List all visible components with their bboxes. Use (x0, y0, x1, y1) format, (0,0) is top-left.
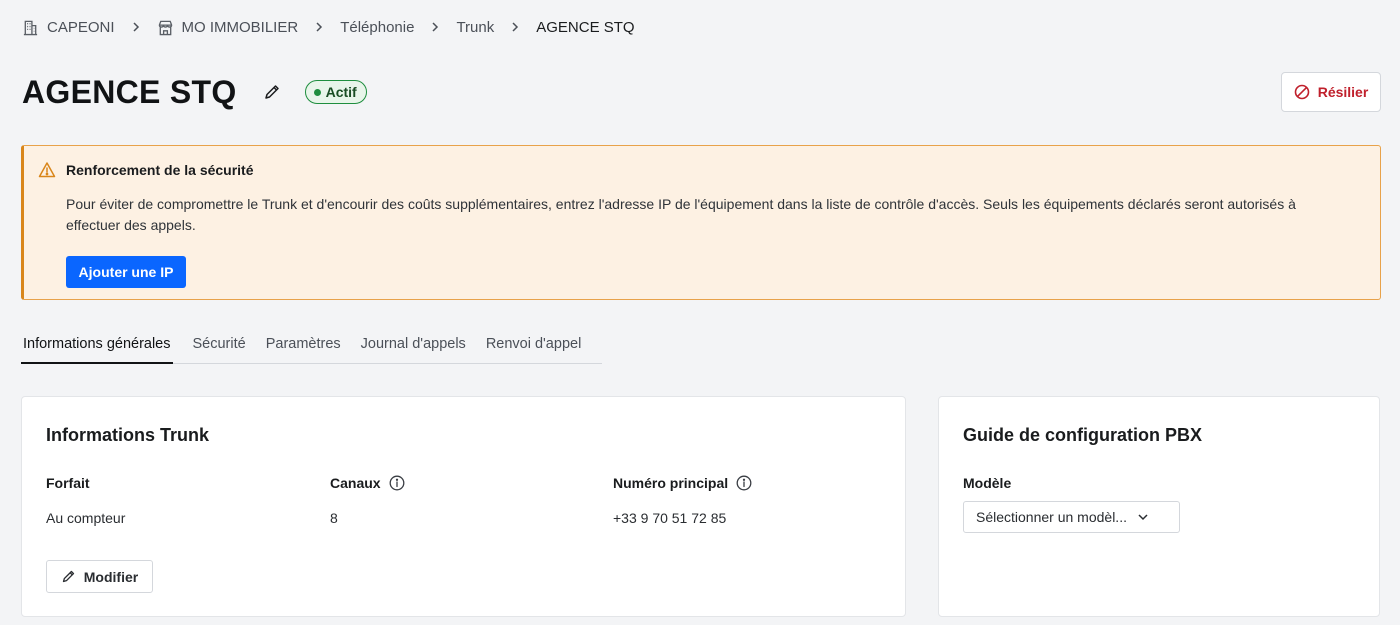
pencil-icon (61, 569, 76, 584)
card-title: Informations Trunk (46, 425, 210, 445)
title-row: AGENCE STQ Actif (22, 72, 367, 112)
pbx-config-card: Guide de configuration PBX Modèle Sélect… (938, 396, 1380, 617)
label-text: Modèle (963, 475, 1012, 491)
warning-icon (38, 161, 56, 179)
pencil-icon[interactable] (263, 83, 281, 101)
breadcrumb-label: MO IMMOBILIER (181, 18, 299, 36)
breadcrumb-label: AGENCE STQ (536, 18, 635, 36)
tab-journal-appels[interactable]: Journal d'appels (361, 330, 466, 364)
status-dot (313, 88, 321, 96)
breadcrumb-item-mo-immobilier[interactable]: MO IMMOBILIER (157, 18, 299, 36)
field-value-numero-principal: +33 9 70 51 72 85 (613, 510, 727, 526)
breadcrumb-label: Téléphonie (340, 18, 415, 36)
breadcrumb-item-capeoni[interactable]: CAPEONI (22, 19, 115, 36)
breadcrumb-item-telephonie[interactable]: Téléphonie (340, 19, 414, 36)
info-icon[interactable] (736, 475, 752, 491)
chevron-right-icon (430, 22, 440, 32)
chevron-right-icon (510, 22, 520, 32)
alert-title: Renforcement de la sécurité (66, 162, 254, 178)
breadcrumb-item-trunk[interactable]: Trunk (456, 19, 494, 36)
status-badge: Actif (304, 80, 367, 104)
model-select[interactable]: Sélectionner un modèl... (963, 501, 1180, 533)
security-alert: Renforcement de la sécurité Pour éviter … (21, 145, 1381, 300)
tab-renvoi-appel[interactable]: Renvoi d'appel (486, 330, 581, 364)
ban-icon (1294, 84, 1310, 100)
resilier-button[interactable]: Résilier (1281, 72, 1381, 112)
field-label-forfait: Forfait (46, 475, 90, 491)
field-value-forfait: Au compteur (46, 510, 126, 526)
tab-securite[interactable]: Sécurité (193, 330, 246, 364)
breadcrumb-item-current: AGENCE STQ (536, 19, 634, 36)
chevron-right-icon (131, 22, 141, 32)
store-icon (157, 19, 174, 36)
status-label: Actif (325, 84, 357, 100)
add-ip-button[interactable]: Ajouter une IP (66, 256, 186, 288)
breadcrumb-label: Trunk (456, 18, 495, 36)
field-label-numero-principal: Numéro principal (613, 475, 752, 491)
label-text: Forfait (46, 475, 90, 491)
modify-button[interactable]: Modifier (46, 560, 153, 593)
trunk-info-card: Informations Trunk Forfait Au compteur C… (21, 396, 906, 617)
label-text: Numéro principal (613, 475, 729, 491)
breadcrumb: CAPEONI MO IMMOBILIER Téléphonie Trunk A… (22, 17, 635, 37)
tab-informations-generales[interactable]: Informations générales (21, 330, 173, 364)
breadcrumb-label: CAPEONI (47, 18, 115, 36)
model-select-value: Sélectionner un modèl... (976, 509, 1127, 525)
page-title: AGENCE STQ (22, 73, 237, 110)
card-title: Guide de configuration PBX (963, 425, 1203, 445)
chevron-right-icon (314, 22, 324, 32)
label-text: Canaux (330, 475, 381, 491)
tabs: Informations générales Sécurité Paramètr… (21, 330, 602, 364)
chevron-down-icon (1137, 511, 1149, 523)
resilier-label: Résilier (1317, 84, 1369, 100)
field-value-canaux: 8 (330, 510, 338, 526)
modify-label: Modifier (83, 568, 139, 585)
tab-parametres[interactable]: Paramètres (266, 330, 341, 364)
field-label-canaux: Canaux (330, 475, 405, 491)
field-label-modele: Modèle (963, 475, 1011, 491)
building-icon (22, 19, 39, 36)
alert-text: Pour éviter de compromettre le Trunk et … (66, 196, 1296, 233)
info-icon[interactable] (389, 475, 405, 491)
